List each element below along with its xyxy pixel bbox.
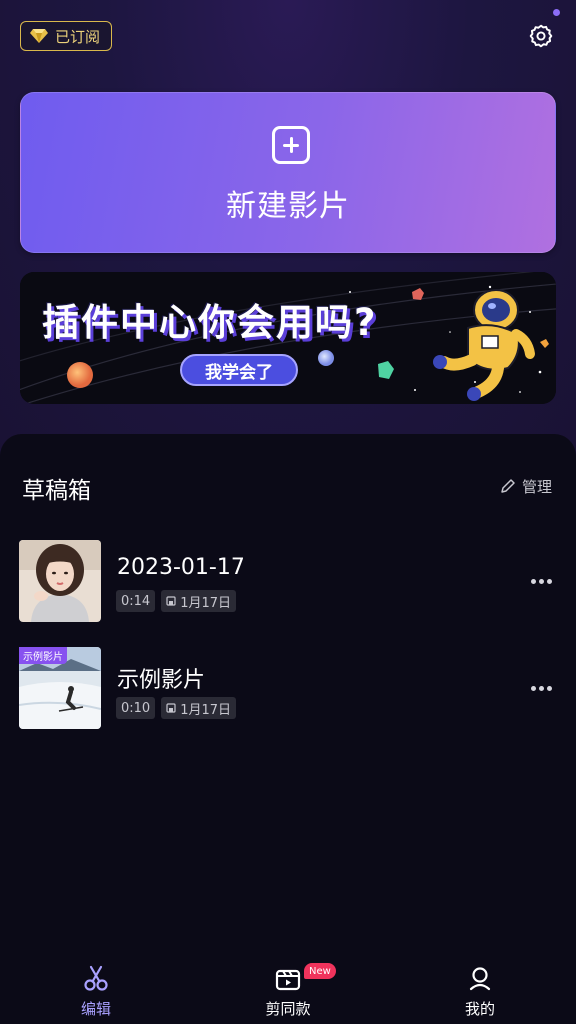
banner-headline: 插件中心你会用吗? <box>42 301 378 344</box>
manage-label: 管理 <box>522 477 553 496</box>
duration-text: 0:14 <box>121 593 151 609</box>
plus-square-icon <box>272 126 310 164</box>
more-dot <box>539 685 544 691</box>
profile-icon <box>469 967 491 991</box>
diamond-icon <box>30 29 48 43</box>
tab-label: 我的 <box>464 1000 495 1018</box>
scissors-icon <box>84 965 108 991</box>
subscription-label: 已订阅 <box>55 27 101 46</box>
new-badge: New <box>304 963 336 979</box>
settings-button[interactable] <box>526 21 556 51</box>
portrait-thumbnail-image <box>19 540 101 622</box>
duration-chip: 0:14 <box>116 590 156 612</box>
tab-label: 编辑 <box>80 1000 111 1018</box>
more-dot <box>547 578 552 584</box>
subscription-badge[interactable]: 已订阅 <box>20 21 112 51</box>
new-project-label: 新建影片 <box>226 189 350 224</box>
save-icon <box>166 596 176 606</box>
date-text: 1月17日 <box>180 595 232 611</box>
bottom-tab-bar: 编辑 剪同款 我的 <box>0 952 576 1024</box>
save-icon <box>166 703 176 713</box>
notification-dot <box>553 9 560 16</box>
pencil-icon <box>501 479 515 493</box>
template-video-icon <box>275 969 301 991</box>
draft-thumbnail <box>19 540 101 622</box>
draft-meta: 0:14 1月17日 <box>116 590 237 612</box>
gear-icon <box>529 24 553 48</box>
more-dot <box>539 578 544 584</box>
promo-banner[interactable]: 插件中心你会用吗? 我学会了 <box>20 272 556 404</box>
banner-cta-button[interactable]: 我学会了 <box>180 354 298 386</box>
more-dot <box>531 685 536 691</box>
more-dot <box>531 578 536 584</box>
draft-name: 2023-01-17 <box>117 555 245 580</box>
draft-meta: 0:10 1月17日 <box>116 697 237 719</box>
date-text: 1月17日 <box>180 702 232 718</box>
draft-item[interactable]: 2023-01-17 0:14 1月17日 <box>19 540 559 622</box>
tab-edit[interactable]: 编辑 <box>36 952 156 1024</box>
drafts-title: 草稿箱 <box>22 478 91 504</box>
date-chip: 1月17日 <box>161 590 237 612</box>
duration-chip: 0:10 <box>116 697 156 719</box>
more-dot <box>547 685 552 691</box>
draft-item[interactable]: 示例影片 示例影片 0:10 1月17日 <box>19 647 559 729</box>
new-project-card[interactable]: 新建影片 <box>20 92 556 253</box>
tab-profile[interactable]: 我的 <box>420 952 540 1024</box>
more-options-button[interactable] <box>531 683 555 693</box>
more-options-button[interactable] <box>531 576 555 586</box>
manage-button[interactable]: 管理 <box>500 474 552 498</box>
duration-text: 0:10 <box>121 700 151 716</box>
drafts-panel <box>0 434 576 1024</box>
draft-name: 示例影片 <box>117 668 206 693</box>
sample-tag: 示例影片 <box>19 647 67 664</box>
tab-label: 剪同款 <box>265 1000 311 1018</box>
date-chip: 1月17日 <box>161 697 237 719</box>
